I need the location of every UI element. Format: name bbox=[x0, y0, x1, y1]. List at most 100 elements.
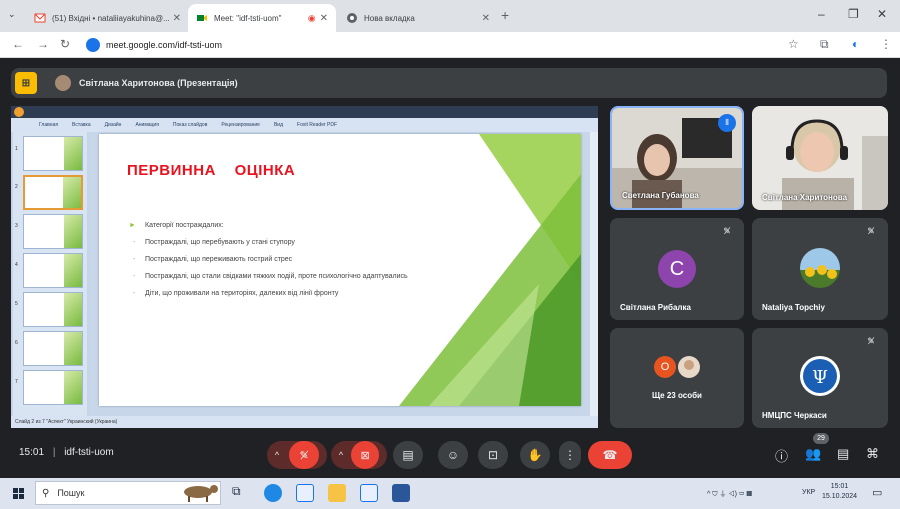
camera-off-icon[interactable]: ⊠ bbox=[351, 441, 380, 469]
mic-off-icon: ✎̸ bbox=[723, 226, 731, 236]
participant-name: Nataliya Topchiy bbox=[762, 303, 825, 312]
bullet-dash-icon: - bbox=[133, 256, 136, 263]
url-input[interactable]: meet.google.com/idf-tsti-uom bbox=[84, 35, 804, 55]
separator: | bbox=[52, 447, 56, 458]
chrome-app-icon[interactable] bbox=[296, 484, 314, 502]
bullet-item: ► Категорії постраждалих: bbox=[129, 221, 449, 230]
tab-new[interactable]: Нова вкладка ✕ bbox=[338, 4, 498, 32]
ribbon-tab: Вставка bbox=[72, 122, 91, 128]
search-placeholder: Пошук bbox=[57, 488, 85, 498]
tab-gmail[interactable]: (51) Вхідні • nataliiayakuhina@... ✕ bbox=[26, 4, 189, 32]
minimize-button[interactable]: – bbox=[818, 7, 825, 21]
captions-icon: ▤ bbox=[402, 448, 414, 462]
forward-icon[interactable]: → bbox=[37, 37, 49, 51]
avatar bbox=[800, 248, 840, 288]
slide-thumb-selected bbox=[23, 175, 83, 210]
windows-taskbar: ⚲ Пошук ⧉ ^ ⛉ ⏚ ◁) ▭ ▦ УКР 15:01 15.10.2… bbox=[0, 478, 900, 509]
tab-title: Meet: "idf-tsti-uom" bbox=[214, 13, 282, 23]
avatar: O bbox=[654, 356, 676, 378]
thumb-number: 2 bbox=[15, 184, 18, 190]
bullet-text: Категорії постраждалих: bbox=[145, 222, 224, 229]
meeting-details-icon[interactable]: ⓘ bbox=[775, 446, 788, 465]
meet-main: ⊞ Світлана Харитонова (Презентація) Глав… bbox=[0, 58, 900, 478]
tab-title: (51) Вхідні • nataliiayakuhina@... bbox=[52, 13, 169, 23]
slide-thumb bbox=[23, 331, 83, 366]
chat-icon[interactable]: ▤ bbox=[837, 446, 849, 462]
camera-button[interactable]: ^ ⊠ bbox=[331, 441, 387, 469]
bullet-dash-icon: - bbox=[133, 290, 136, 297]
mic-off-icon: ✎̸ bbox=[867, 336, 875, 346]
thumb-number: 6 bbox=[15, 340, 18, 346]
reactions-button[interactable]: ☺ bbox=[438, 441, 468, 469]
shared-screen: Главная Вставка Дизайн Анимация Показ сл… bbox=[11, 106, 598, 428]
mic-off-icon[interactable]: ✎̸ bbox=[289, 441, 320, 469]
activities-icon[interactable]: ⌘ bbox=[866, 446, 879, 462]
address-bar: ← → ↻ meet.google.com/idf-tsti-uom ☆ ⧉ ◐… bbox=[0, 32, 900, 58]
chevron-up-icon[interactable]: ^ bbox=[275, 450, 279, 460]
tab-search-icon[interactable]: ⌄ bbox=[8, 9, 16, 20]
mic-off-icon: ✎̸ bbox=[867, 226, 875, 236]
task-view-icon[interactable]: ⧉ bbox=[232, 484, 250, 502]
thumb-number: 4 bbox=[15, 262, 18, 268]
participant-tile[interactable]: ✎̸ Ψ НМЦПС Черкаси bbox=[752, 328, 888, 428]
gmail-icon bbox=[34, 13, 46, 23]
more-vert-icon: ⋮ bbox=[564, 448, 576, 462]
meeting-time: 15:01 bbox=[19, 447, 45, 458]
present-button[interactable]: ⊡ bbox=[478, 441, 508, 469]
extensions-icon[interactable]: ⧉ bbox=[820, 37, 829, 52]
present-screen-icon: ⊡ bbox=[487, 448, 499, 462]
tab-meet[interactable]: Meet: "idf-tsti-uom" ◉ ✕ bbox=[188, 4, 336, 32]
restore-button[interactable]: ❐ bbox=[848, 7, 859, 21]
word-icon[interactable] bbox=[392, 484, 410, 502]
people-icon[interactable]: 👥 bbox=[805, 446, 821, 462]
clock-date: 15.10.2024 bbox=[822, 493, 858, 500]
new-tab-button[interactable]: + bbox=[501, 7, 509, 23]
participant-tile[interactable]: ⫴ Светлана Губанова bbox=[610, 106, 744, 210]
thumb-number: 1 bbox=[15, 146, 18, 152]
search-highlight-image bbox=[184, 485, 218, 502]
emoji-icon: ☺ bbox=[446, 448, 460, 462]
reload-icon[interactable]: ↻ bbox=[60, 37, 70, 51]
leave-call-button[interactable]: ☎ bbox=[588, 441, 632, 469]
raise-hand-button[interactable]: ✋ bbox=[520, 441, 550, 469]
captions-button[interactable]: ▤ bbox=[393, 441, 423, 469]
back-icon[interactable]: ← bbox=[12, 37, 24, 51]
participants-count-badge: 29 bbox=[813, 433, 829, 444]
notifications-icon[interactable]: ▭ bbox=[872, 486, 882, 499]
thumb-number: 3 bbox=[15, 223, 18, 229]
menu-icon[interactable]: ⋮ bbox=[880, 37, 892, 51]
tray-icons[interactable]: ^ ⛉ ⏚ ◁) ▭ ▦ bbox=[707, 489, 752, 499]
microphone-button[interactable]: ^ ✎̸ bbox=[267, 441, 327, 469]
language-indicator[interactable]: УКР bbox=[802, 489, 815, 496]
bookmark-star-icon[interactable]: ☆ bbox=[788, 37, 799, 51]
avatar bbox=[678, 356, 700, 378]
profile-icon[interactable]: ◐ bbox=[852, 37, 859, 51]
avatar: C bbox=[658, 250, 696, 288]
chrome-app-icon[interactable] bbox=[360, 484, 378, 502]
edge-icon[interactable] bbox=[264, 484, 282, 502]
participant-tile[interactable]: Світлана Харитонова bbox=[752, 106, 888, 210]
site-info-icon[interactable] bbox=[86, 38, 100, 52]
participant-name: Світлана Рибалка bbox=[620, 303, 691, 312]
participant-tile[interactable]: ✎̸ Nataliya Topchiy bbox=[752, 218, 888, 320]
bullet-text: Постраждалі, що стали свідками тяжких по… bbox=[145, 273, 408, 280]
thumb-number: 5 bbox=[15, 301, 18, 307]
windows-start-icon[interactable] bbox=[13, 488, 24, 499]
taskbar-clock[interactable]: 15:01 15.10.2024 bbox=[822, 482, 857, 502]
slide-thumb bbox=[23, 292, 83, 327]
close-window-button[interactable]: ✕ bbox=[877, 7, 887, 21]
close-tab-icon[interactable]: ✕ bbox=[482, 13, 490, 24]
more-participants-tile[interactable]: O Ще 23 особи bbox=[610, 328, 744, 428]
participant-tile[interactable]: ✎̸ C Світлана Рибалка bbox=[610, 218, 744, 320]
meet-control-bar: 15:01 | idf-tsti-uom ^ ✎̸ ^ ⊠ ▤ ☺ ⊡ ✋ ⋮ … bbox=[0, 430, 900, 476]
file-explorer-icon[interactable] bbox=[328, 484, 346, 502]
slide-title: ПЕРВИННА ОЦІНКА bbox=[127, 162, 296, 179]
clock-time: 15:01 bbox=[830, 483, 849, 490]
bullet-arrow-icon: ► bbox=[129, 222, 136, 229]
thumb-number: 7 bbox=[15, 379, 18, 385]
more-options-button[interactable]: ⋮ bbox=[559, 441, 581, 469]
close-tab-icon[interactable]: ✕ bbox=[320, 13, 328, 24]
ribbon-tab: Рецензирование bbox=[221, 122, 260, 128]
chevron-up-icon[interactable]: ^ bbox=[339, 450, 343, 460]
close-tab-icon[interactable]: ✕ bbox=[173, 13, 181, 24]
